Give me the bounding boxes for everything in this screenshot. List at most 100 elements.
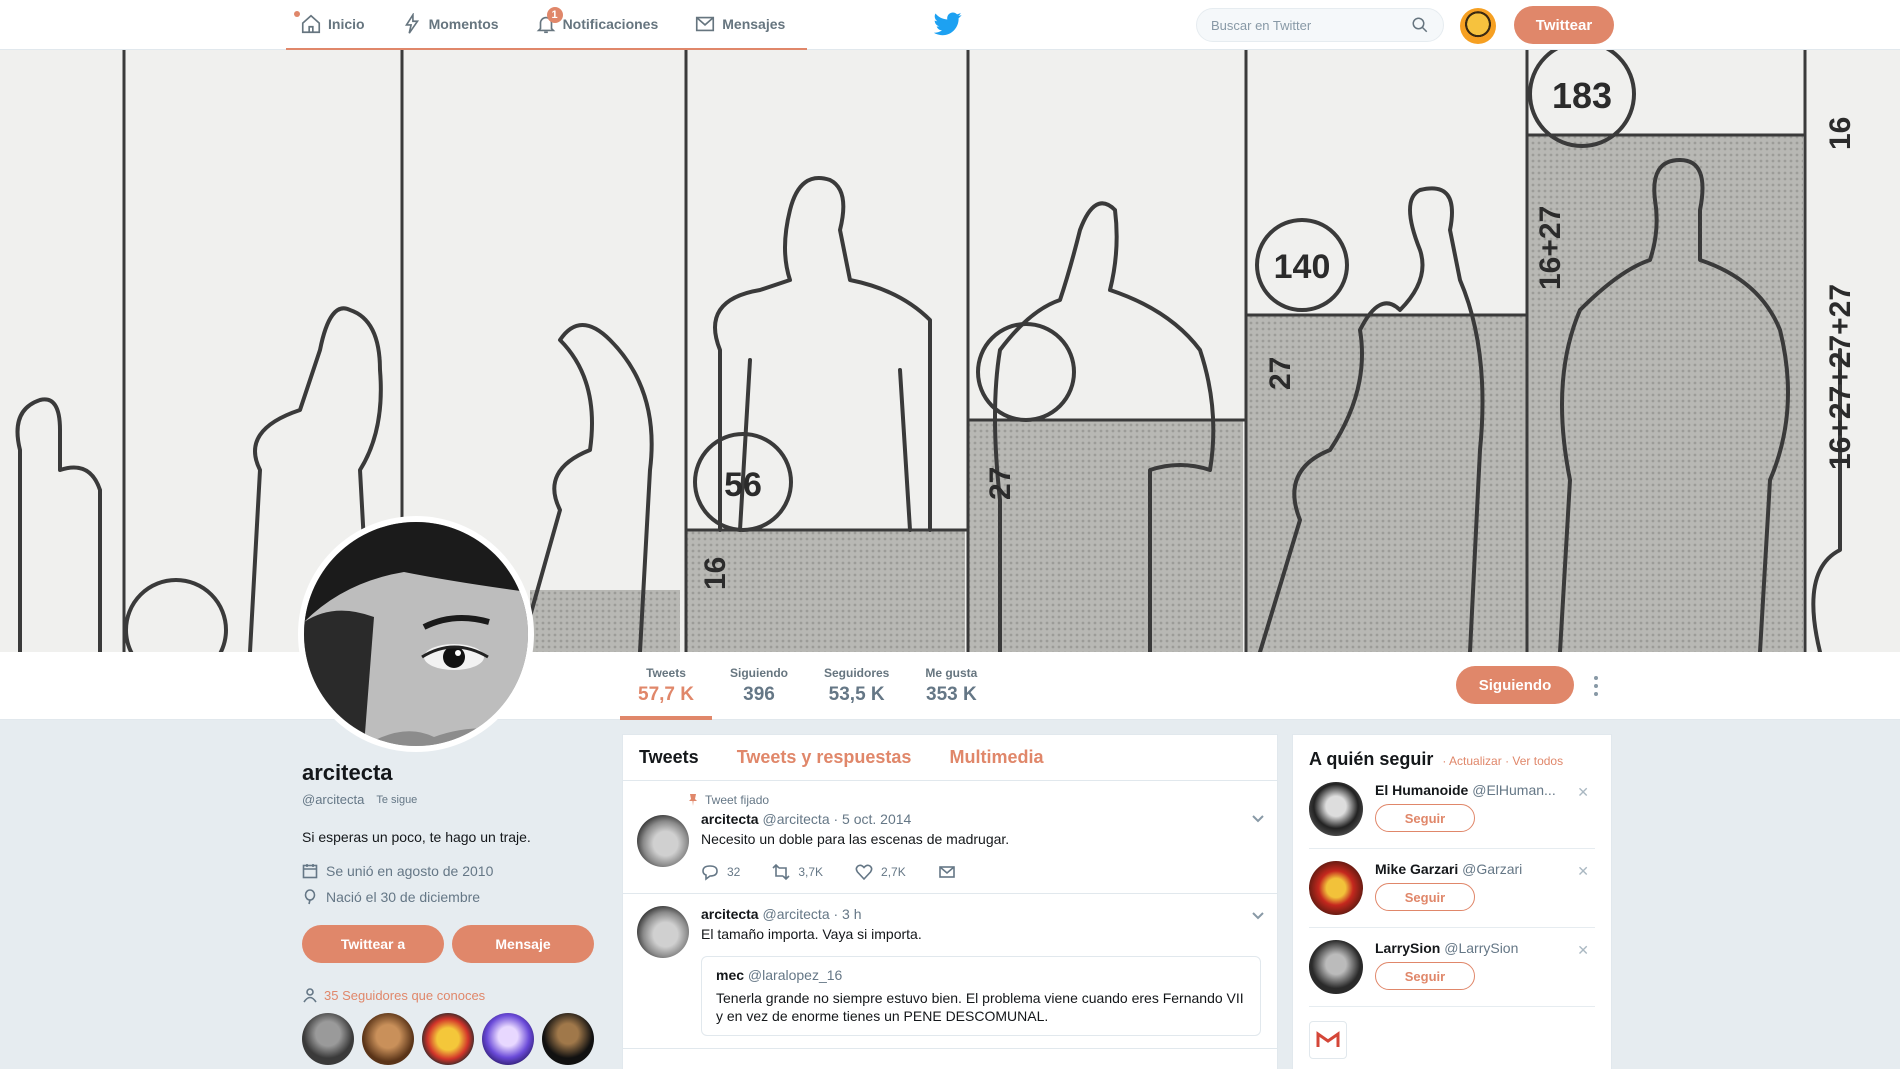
tweet-author-meta[interactable]: @arcitecta · 3 h <box>762 906 861 922</box>
banner-label-16-27: 16+27 <box>1534 206 1567 290</box>
lightning-icon <box>404 13 419 34</box>
calendar-icon <box>302 864 318 879</box>
stat-following[interactable]: Siguiendo 396 <box>712 652 806 720</box>
avatar[interactable] <box>362 1013 414 1065</box>
profile-name[interactable]: arcitecta <box>302 760 594 786</box>
message-button[interactable]: Mensaje <box>452 925 594 963</box>
reply-count: 32 <box>727 865 741 879</box>
account-avatar[interactable] <box>1460 8 1496 44</box>
tab-media[interactable]: Multimedia <box>949 747 1043 768</box>
nav-home[interactable]: Inicio <box>286 0 387 48</box>
twitter-bird-icon[interactable] <box>934 12 962 36</box>
tweet-author-avatar[interactable] <box>637 815 689 867</box>
who-to-follow-title: A quién seguir <box>1309 749 1434 769</box>
gmail-icon[interactable] <box>1309 1021 1347 1059</box>
timeline-tabs: Tweets Tweets y respuestas Multimedia <box>623 735 1277 781</box>
banner-label-27a: 27 <box>984 467 1017 500</box>
search-placeholder: Buscar en Twitter <box>1211 17 1312 33</box>
suggested-account[interactable]: Mike Garzari @Garzari Seguir ✕ <box>1309 849 1595 928</box>
stat-likes[interactable]: Me gusta 353 K <box>907 652 995 720</box>
retweet-count: 3,7K <box>798 865 824 879</box>
banner-label-16b: 16 <box>1824 117 1857 150</box>
avatar[interactable] <box>542 1013 594 1065</box>
stat-value: 57,7 K <box>638 684 694 705</box>
stat-tweets[interactable]: Tweets 57,7 K <box>620 652 712 720</box>
avatar[interactable] <box>1309 940 1363 994</box>
nav-notifications[interactable]: 1 Notificaciones <box>521 0 681 48</box>
stat-followers[interactable]: Seguidores 53,5 K <box>806 652 907 720</box>
suggested-account[interactable]: LarrySion @LarrySion Seguir ✕ <box>1309 928 1595 1007</box>
banner-label-27b: 27 <box>1264 357 1297 390</box>
tab-tweets-replies[interactable]: Tweets y respuestas <box>737 747 912 768</box>
known-followers-link[interactable]: 35 Seguidores que conoces <box>302 987 594 1003</box>
follow-button[interactable]: Seguir <box>1375 962 1475 990</box>
compose-tweet-button[interactable]: Twittear <box>1514 6 1614 44</box>
follows-you-badge: Te sigue <box>376 793 418 806</box>
top-navigation: Inicio Momentos 1 Notificaciones Mensaje… <box>0 0 1900 50</box>
nav-moments[interactable]: Momentos <box>387 0 521 48</box>
envelope-icon <box>696 16 715 32</box>
new-content-dot <box>294 11 300 17</box>
retweet-icon <box>772 863 790 881</box>
avatar[interactable] <box>302 1013 354 1065</box>
close-icon[interactable]: ✕ <box>1577 784 1589 801</box>
follow-button[interactable]: Seguir <box>1375 883 1475 911</box>
suggested-account-info: Mike Garzari @Garzari Seguir <box>1375 861 1522 915</box>
quoted-tweet-text: Tenerla grande no siempre estuvo bien. E… <box>716 990 1244 1025</box>
profile-handle[interactable]: @arcitecta <box>302 792 364 807</box>
reply-icon <box>702 865 718 881</box>
search-input[interactable]: Buscar en Twitter <box>1196 8 1444 42</box>
suggested-account-name[interactable]: LarrySion <box>1375 940 1440 956</box>
tweet-item[interactable]: arcitecta @arcitecta · 3 h El tamaño imp… <box>623 894 1277 1050</box>
following-button[interactable]: Siguiendo <box>1456 666 1574 704</box>
like-button[interactable]: 2,7K <box>855 863 906 881</box>
avatar[interactable] <box>1309 782 1363 836</box>
heart-icon <box>855 864 873 881</box>
suggested-account-name-row: LarrySion @LarrySion <box>1375 940 1518 956</box>
suggested-account-name[interactable]: Mike Garzari <box>1375 861 1458 877</box>
close-icon[interactable]: ✕ <box>1577 942 1589 959</box>
tweet-author-avatar[interactable] <box>637 906 689 958</box>
more-options-icon[interactable] <box>1590 674 1602 698</box>
avatar[interactable] <box>482 1013 534 1065</box>
tweet-menu[interactable] <box>1251 908 1264 920</box>
nav-messages[interactable]: Mensajes <box>680 0 807 48</box>
modulor-drawing: 183 140 56 27 27 16 16+27 16+27+27+27 16 <box>0 50 1900 652</box>
suggested-account[interactable]: El Humanoide @ElHuman... Seguir ✕ <box>1309 770 1595 849</box>
tweet-author-name[interactable]: arcitecta <box>701 811 759 827</box>
tweet-header: arcitecta @arcitecta · 5 oct. 2014 <box>701 811 1261 827</box>
profile-stats: Tweets 57,7 K Siguiendo 396 Seguidores 5… <box>620 652 995 720</box>
envelope-icon <box>938 866 955 878</box>
retweet-button[interactable]: 3,7K <box>772 863 823 881</box>
quoted-tweet[interactable]: mec @laralopez_16 Tenerla grande no siem… <box>701 956 1261 1037</box>
tweet-author-name[interactable]: arcitecta <box>701 906 759 922</box>
suggested-account-info: LarrySion @LarrySion Seguir <box>1375 940 1518 994</box>
home-icon <box>301 14 321 34</box>
tweet-text: El tamaño importa. Vaya si importa. <box>701 926 922 942</box>
stat-value: 396 <box>743 684 775 705</box>
suggested-account-name[interactable]: El Humanoide <box>1375 782 1468 798</box>
tab-tweets[interactable]: Tweets <box>639 747 699 768</box>
stat-value: 53,5 K <box>828 684 885 705</box>
search-icon[interactable] <box>1411 16 1429 34</box>
close-icon[interactable]: ✕ <box>1577 863 1589 880</box>
tweet-menu[interactable] <box>1251 811 1264 823</box>
banner-label-16: 16 <box>699 557 732 590</box>
avatar[interactable] <box>1309 861 1363 915</box>
stat-label: Siguiendo <box>729 666 788 680</box>
tweet-author-meta[interactable]: @arcitecta · 5 oct. 2014 <box>762 811 911 827</box>
who-to-follow-links[interactable]: · Actualizar · Ver todos <box>1442 754 1563 768</box>
direct-message-button[interactable] <box>938 863 956 881</box>
stat-value: 353 K <box>926 684 977 705</box>
tweet-to-button[interactable]: Twittear a <box>302 925 444 963</box>
joined-text: Se unió en agosto de 2010 <box>326 863 494 879</box>
notification-badge: 1 <box>546 7 563 23</box>
avatar[interactable] <box>422 1013 474 1065</box>
tweet-item[interactable]: Tweet fijado arcitecta @arcitecta · 5 oc… <box>623 781 1277 894</box>
timeline: Tweets Tweets y respuestas Multimedia Tw… <box>622 734 1278 1069</box>
tweet-header: arcitecta @arcitecta · 3 h <box>701 906 1261 922</box>
reply-button[interactable]: 32 <box>701 863 740 881</box>
profile-avatar[interactable] <box>298 516 534 752</box>
follow-button[interactable]: Seguir <box>1375 804 1475 832</box>
suggested-account-handle: @LarrySion <box>1444 940 1519 956</box>
